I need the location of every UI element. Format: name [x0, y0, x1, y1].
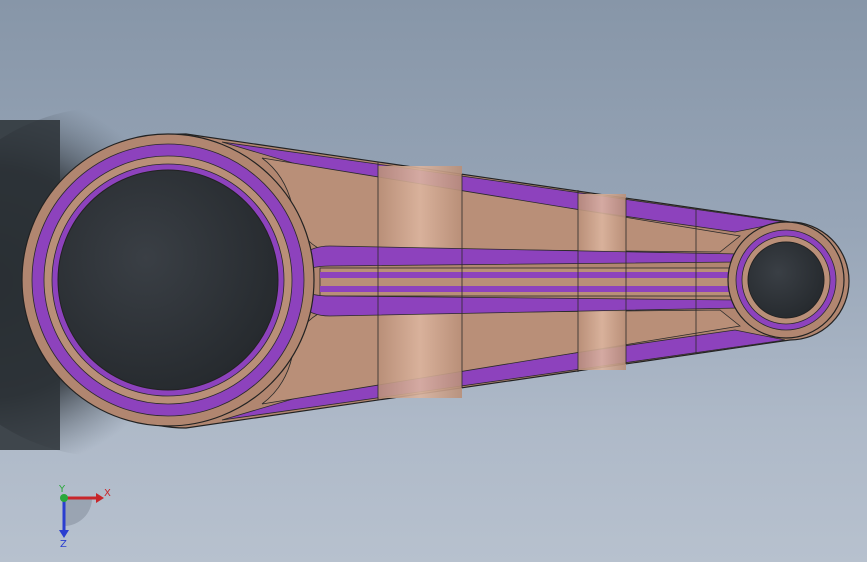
x-axis-arrow [96, 493, 104, 503]
big-end-bore[interactable] [57, 169, 279, 391]
center-rib-channel-top [320, 272, 740, 278]
model-scene[interactable] [0, 0, 867, 562]
y-axis-dot [60, 494, 68, 502]
y-axis-label: Y [58, 484, 66, 495]
upper-highlight-2 [578, 194, 626, 254]
connecting-rod[interactable] [21, 133, 850, 429]
small-end-bore[interactable] [747, 241, 825, 319]
z-axis-label: Z [60, 539, 67, 548]
upper-highlight-1 [378, 166, 462, 250]
lower-highlight-2 [578, 308, 626, 370]
center-rib-channel-bottom [320, 286, 740, 292]
graphics-viewport[interactable]: X Y Z [0, 0, 867, 562]
x-axis-label: X [104, 488, 111, 499]
z-axis-arrow [59, 530, 69, 538]
triad-shadow [64, 498, 92, 526]
reference-triad: X Y Z [58, 484, 111, 548]
lower-highlight-1 [378, 312, 462, 398]
